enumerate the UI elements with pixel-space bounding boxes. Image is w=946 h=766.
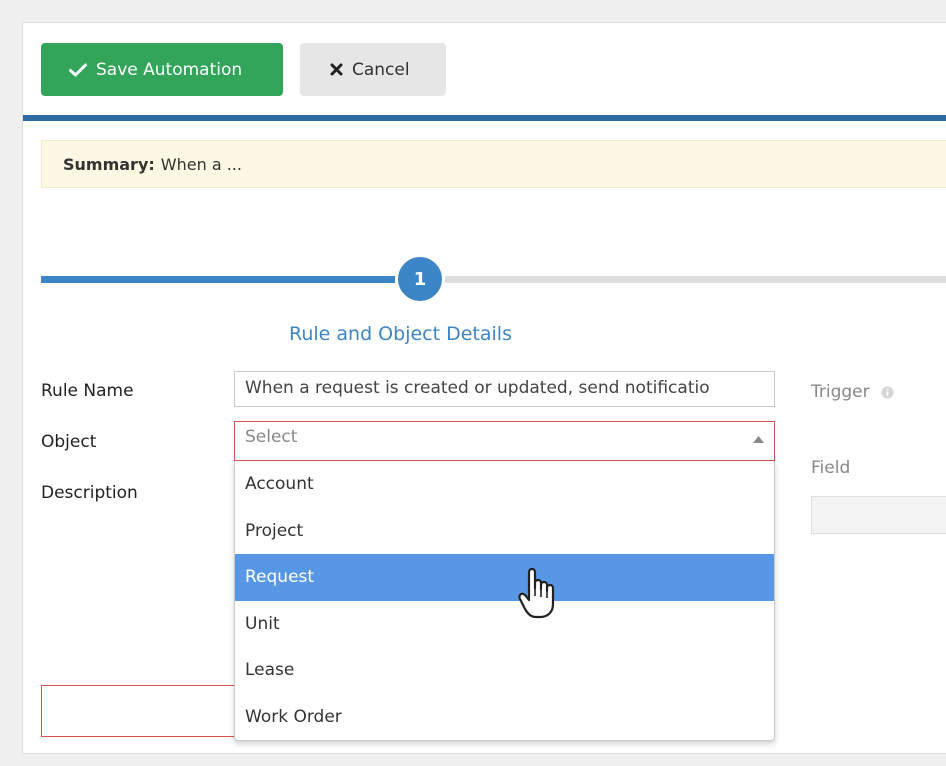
hand-pointer-icon [518, 567, 555, 619]
option-lease[interactable]: Lease [235, 647, 774, 694]
object-select[interactable]: Select [234, 421, 775, 461]
option-account[interactable]: Account [235, 461, 774, 508]
summary-prefix: Summary: [63, 154, 155, 174]
rule-name-label: Rule Name [41, 381, 134, 401]
option-project[interactable]: Project [235, 508, 774, 555]
cancel-button[interactable]: Cancel [300, 43, 446, 96]
progress-track-completed [41, 276, 421, 283]
object-label: Object [41, 432, 97, 452]
header-divider [23, 115, 946, 121]
description-input[interactable] [41, 685, 235, 737]
check-icon [69, 63, 87, 76]
option-unit[interactable]: Unit [235, 601, 774, 648]
save-automation-button[interactable]: Save Automation [41, 43, 283, 96]
option-work-order[interactable]: Work Order [235, 694, 774, 741]
info-icon [881, 386, 894, 398]
field-label: Field [811, 458, 851, 478]
automation-panel: Save Automation Cancel Summary: When a .… [22, 22, 946, 754]
trigger-label-text: Trigger [811, 382, 870, 402]
close-icon [330, 63, 343, 76]
option-request[interactable]: Request [235, 554, 774, 601]
rule-name-input[interactable]: When a request is created or updated, se… [234, 371, 775, 407]
description-label: Description [41, 483, 138, 503]
summary-banner: Summary: When a ... [41, 140, 946, 188]
cancel-button-label: Cancel [352, 59, 410, 80]
object-select-placeholder: Select [245, 427, 298, 447]
save-button-label: Save Automation [96, 59, 243, 80]
caret-up-icon [753, 436, 764, 443]
field-select[interactable] [811, 496, 946, 534]
summary-text: When a ... [160, 154, 242, 174]
object-options-list: Account Project Request Unit Lease Work … [234, 461, 775, 741]
progress-track-remaining [421, 276, 946, 283]
step-indicator[interactable]: 1 [395, 254, 445, 304]
step-title: Rule and Object Details [289, 323, 512, 345]
trigger-label: Trigger [811, 382, 894, 402]
